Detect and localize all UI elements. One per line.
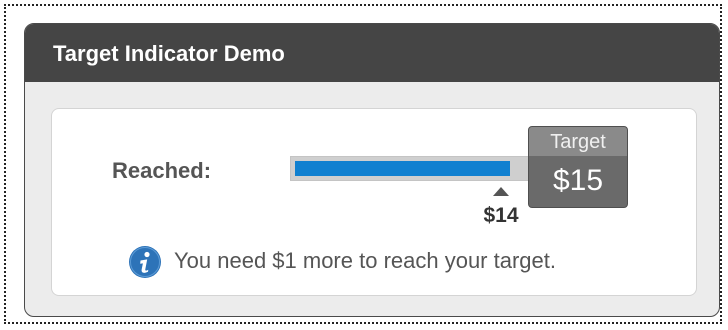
target-value: $15: [552, 164, 604, 197]
target-label: Target: [550, 131, 606, 153]
progress-fill: [295, 161, 510, 176]
panel-title: Target Indicator Demo: [53, 41, 285, 66]
reached-label: Reached:: [112, 158, 212, 183]
reached-value: $14: [483, 204, 519, 227]
progress-track: [290, 156, 536, 181]
info-message: You need $1 more to reach your target.: [174, 248, 556, 273]
panel-header: Target Indicator Demo: [25, 24, 719, 82]
target-indicator: Target $15: [528, 126, 628, 208]
info-icon: [129, 246, 161, 278]
reached-marker-icon: [493, 187, 509, 196]
